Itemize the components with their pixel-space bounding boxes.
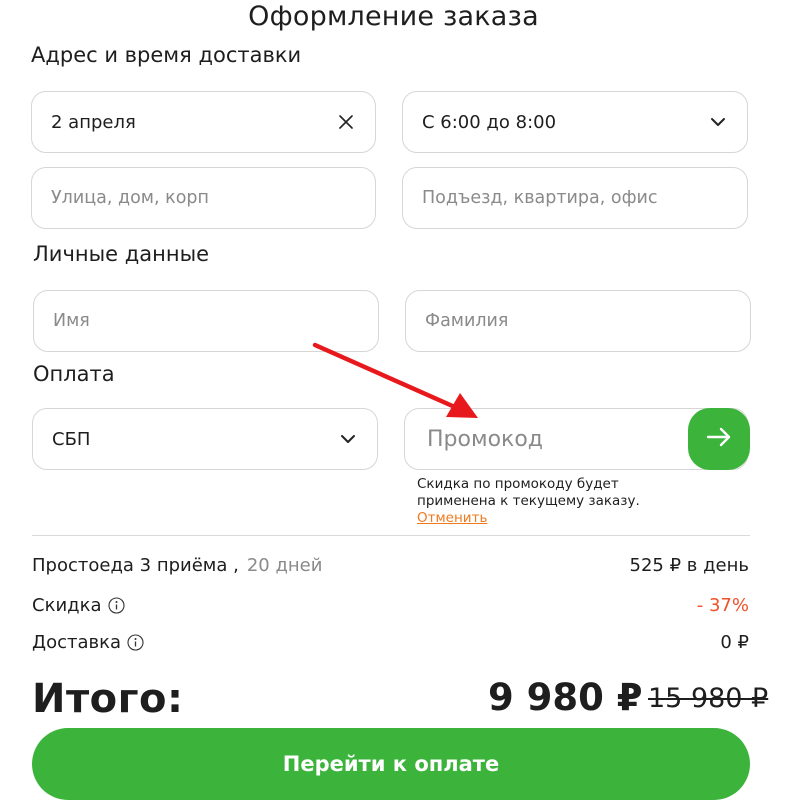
street-input[interactable]: Улица, дом, корп (31, 167, 376, 229)
entrance-placeholder: Подъезд, квартира, офис (422, 188, 658, 208)
street-placeholder: Улица, дом, корп (51, 188, 209, 208)
plan-duration: 20 дней (246, 555, 323, 576)
delivery-section-title: Адрес и время доставки (31, 43, 302, 67)
plan-label: Простоеда 3 приёма , (32, 555, 239, 576)
promo-note: Скидка по промокоду будет применена к те… (417, 476, 640, 509)
payment-section-title: Оплата (33, 362, 115, 386)
arrow-right-icon (706, 427, 732, 451)
entrance-input[interactable]: Подъезд, квартира, офис (402, 167, 748, 229)
payment-method-value: СБП (52, 428, 91, 450)
time-select[interactable]: С 6:00 до 8:00 (402, 91, 748, 153)
date-field[interactable]: 2 апреля (31, 91, 376, 153)
discount-row-label: Скидка (32, 595, 125, 616)
page-title: Оформление заказа (248, 1, 539, 32)
info-icon[interactable] (107, 597, 125, 614)
close-icon[interactable] (335, 111, 357, 133)
total-label: Итого: (32, 676, 184, 722)
first-name-placeholder: Имя (53, 311, 90, 331)
info-icon[interactable] (127, 634, 144, 651)
first-name-input[interactable]: Имя (33, 290, 379, 352)
delivery-value: 0 ₽ (720, 632, 749, 653)
discount-value: - 37% (696, 595, 749, 616)
last-name-placeholder: Фамилия (425, 311, 509, 331)
time-value: С 6:00 до 8:00 (422, 111, 557, 133)
payment-method-select[interactable]: СБП (32, 408, 378, 470)
last-name-input[interactable]: Фамилия (405, 290, 751, 352)
pay-button[interactable]: Перейти к оплате (32, 728, 750, 800)
promo-placeholder: Промокод (427, 426, 543, 452)
delivery-row-label: Доставка (32, 632, 144, 653)
date-value: 2 апреля (51, 111, 136, 133)
chevron-down-icon (337, 428, 359, 450)
total-price: 9 980 ₽ (488, 676, 643, 719)
delivery-label: Доставка (32, 632, 121, 653)
promo-submit-button[interactable] (688, 408, 750, 470)
chevron-down-icon (707, 111, 729, 133)
old-price: 15 980 ₽ (648, 683, 769, 714)
discount-label: Скидка (32, 595, 102, 616)
divider (32, 535, 750, 536)
promo-cancel-link[interactable]: Отменить (417, 510, 487, 526)
personal-section-title: Личные данные (33, 242, 210, 266)
plan-price: 525 ₽ в день (629, 555, 749, 576)
plan-row-label: Простоеда 3 приёма , 20 дней (32, 555, 322, 576)
